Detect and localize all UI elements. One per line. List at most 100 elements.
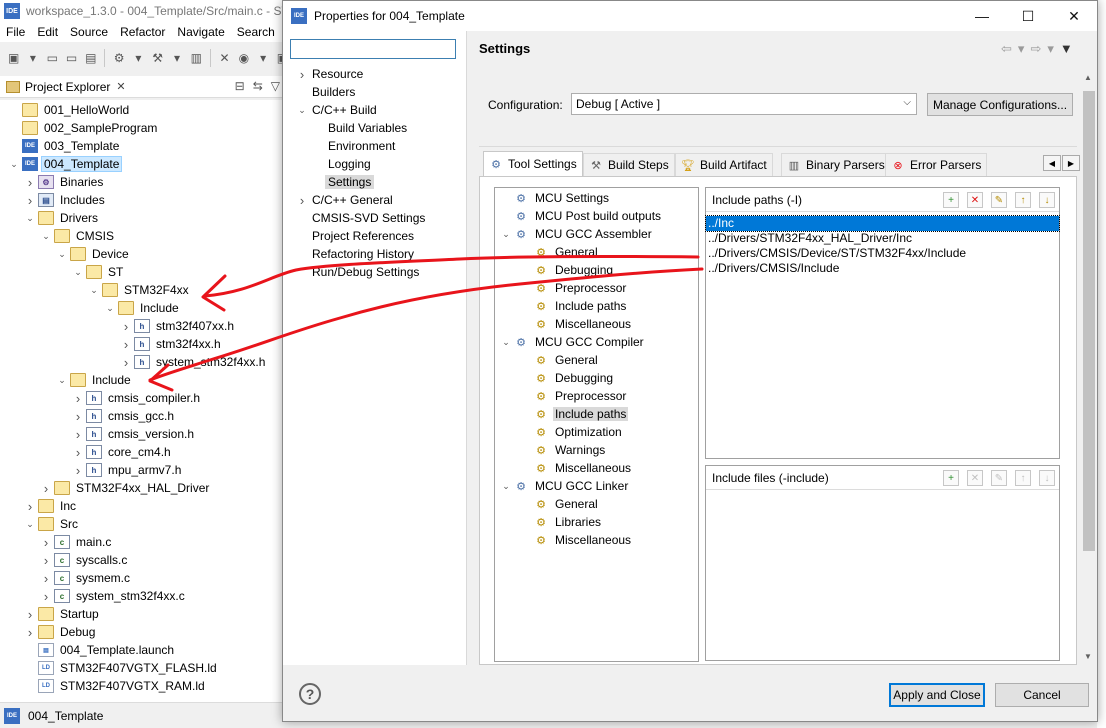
option-item[interactable]: ⚙ General <box>519 243 600 261</box>
tree-item[interactable]: › h cmsis_gcc.h <box>72 407 176 425</box>
tree-item[interactable]: › Debug <box>24 623 97 641</box>
nav-item[interactable]: CMSIS-SVD Settings <box>295 209 428 227</box>
edit-icon[interactable]: ✎ <box>991 192 1007 208</box>
close-icon[interactable]: ✕ <box>1051 1 1097 31</box>
maximize-icon[interactable]: ☐ <box>1005 1 1051 31</box>
chevron-right-icon[interactable]: › <box>120 337 132 352</box>
tree-item[interactable]: ⌄ Src <box>24 515 80 533</box>
tab-scroll-left-icon[interactable]: ◀ <box>1043 155 1061 171</box>
chevron-down-icon[interactable]: ⌄ <box>499 481 513 492</box>
option-item[interactable]: ⚙ Debugging <box>519 369 615 387</box>
filter-input[interactable] <box>290 39 456 59</box>
chevron-right-icon[interactable]: › <box>72 445 84 460</box>
chevron-right-icon[interactable]: › <box>24 625 36 640</box>
chevron-right-icon[interactable]: › <box>295 193 309 208</box>
delete-icon[interactable]: ✕ <box>967 192 983 208</box>
tab-build-steps[interactable]: ⚒ Build Steps <box>583 153 675 176</box>
chevron-down-icon[interactable]: ⌄ <box>499 229 513 240</box>
dropdown-arrow-icon[interactable]: ▾ <box>255 50 270 66</box>
apply-and-close-button[interactable]: Apply and Close <box>889 683 985 707</box>
chevron-right-icon[interactable]: › <box>40 553 52 568</box>
option-item[interactable]: ⚙ MCU Post build outputs <box>499 207 663 225</box>
tree-item[interactable]: › h mpu_armv7.h <box>72 461 183 479</box>
option-item[interactable]: ⚙ Miscellaneous <box>519 459 633 477</box>
option-item[interactable]: ⚙ Preprocessor <box>519 279 628 297</box>
save-icon[interactable]: ▭ <box>45 50 60 66</box>
option-item[interactable]: ⚙ Miscellaneous <box>519 315 633 333</box>
chevron-right-icon[interactable]: › <box>72 391 84 406</box>
view-menu-icon[interactable]: ▽ <box>271 79 280 93</box>
binary-icon[interactable]: ▥ <box>189 50 204 66</box>
tree-item[interactable]: ⌄ IDE 004_Template <box>8 155 123 173</box>
option-item[interactable]: ⚙ Libraries <box>519 513 603 531</box>
tree-item[interactable]: › Inc <box>24 497 78 515</box>
option-item[interactable]: ⌄ ⚙ MCU GCC Linker <box>499 477 630 495</box>
menu-search[interactable]: Search <box>231 25 281 39</box>
add-icon[interactable]: + <box>943 470 959 486</box>
scrollbar-thumb[interactable] <box>1083 91 1095 551</box>
chevron-down-icon[interactable]: ⌄ <box>72 267 84 278</box>
tree-item[interactable]: ⌄ ST <box>72 263 125 281</box>
project-explorer-tab[interactable]: Project Explorer ✕ <box>0 76 126 98</box>
chevron-right-icon[interactable]: › <box>72 463 84 478</box>
tree-item[interactable]: ⌄ Include <box>56 371 133 389</box>
option-item[interactable]: ⌄ ⚙ MCU GCC Assembler <box>499 225 654 243</box>
save-all-icon[interactable]: ▭ <box>64 50 79 66</box>
tree-item[interactable]: › c syscalls.c <box>40 551 129 569</box>
tree-item[interactable]: ⌄ Device <box>56 245 131 263</box>
chevron-right-icon[interactable]: › <box>72 427 84 442</box>
chevron-right-icon[interactable]: › <box>24 499 36 514</box>
scroll-up-arrow-icon[interactable]: ▲ <box>1084 73 1092 82</box>
nav-item[interactable]: › Resource <box>295 65 366 83</box>
tree-item[interactable]: › c main.c <box>40 533 113 551</box>
tree-item[interactable]: ⌄ Drivers <box>24 209 100 227</box>
tab-binary-parsers[interactable]: ▥ Binary Parsers <box>781 153 891 176</box>
settings-gear-icon[interactable]: ⚙ <box>111 50 126 66</box>
chevron-right-icon[interactable]: › <box>40 589 52 604</box>
chevron-down-icon[interactable]: ⌄ <box>40 231 52 242</box>
chevron-down-icon[interactable]: ⌄ <box>24 213 36 224</box>
menu-file[interactable]: File <box>0 25 31 39</box>
back-arrow-icon[interactable]: ⇦ <box>1001 41 1012 57</box>
move-down-icon[interactable]: ↓ <box>1039 192 1055 208</box>
tree-item[interactable]: › ▤ Includes <box>24 191 107 209</box>
tree-item[interactable]: › STM32F4xx_HAL_Driver <box>40 479 211 497</box>
tree-item[interactable]: IDE 003_Template <box>8 137 121 155</box>
tree-item[interactable]: ▤ 004_Template.launch <box>24 641 176 659</box>
nav-item[interactable]: Build Variables <box>311 119 410 137</box>
include-path-item[interactable]: ../Inc <box>705 215 1060 232</box>
include-path-item[interactable]: ../Drivers/STM32F4xx_HAL_Driver/Inc <box>706 231 1059 246</box>
tree-item[interactable]: › h stm32f407xx.h <box>120 317 236 335</box>
scroll-down-arrow-icon[interactable]: ▼ <box>1084 652 1092 661</box>
tab-build-artifact[interactable]: 🏆︎ Build Artifact <box>675 153 773 176</box>
cancel-button[interactable]: Cancel <box>995 683 1089 707</box>
menu-refactor[interactable]: Refactor <box>114 25 171 39</box>
option-item[interactable]: ⚙ Preprocessor <box>519 387 628 405</box>
chevron-right-icon[interactable]: › <box>40 571 52 586</box>
minimize-icon[interactable]: — <box>959 1 1005 31</box>
debug-icon[interactable]: ◉ <box>236 50 251 66</box>
chevron-right-icon[interactable]: › <box>295 67 309 82</box>
chevron-down-icon[interactable]: ⌄ <box>104 303 116 314</box>
tree-item[interactable]: LD STM32F407VGTX_FLASH.ld <box>24 659 219 677</box>
tree-item[interactable]: › Startup <box>24 605 101 623</box>
chevron-down-icon[interactable]: ⌄ <box>56 249 68 260</box>
option-item[interactable]: ⚙ Optimization <box>519 423 624 441</box>
chevron-right-icon[interactable]: › <box>72 409 84 424</box>
option-item[interactable]: ⚙ General <box>519 351 600 369</box>
help-icon[interactable]: ? <box>299 683 321 705</box>
chevron-down-icon[interactable]: ⌄ <box>56 375 68 386</box>
chevron-right-icon[interactable]: › <box>40 535 52 550</box>
tree-item[interactable]: › h cmsis_compiler.h <box>72 389 202 407</box>
tools-icon[interactable]: ✕ <box>217 50 232 66</box>
tab-scroll-right-icon[interactable]: ▶ <box>1062 155 1080 171</box>
tree-item[interactable]: ⌄ CMSIS <box>40 227 116 245</box>
chevron-down-icon[interactable]: ⌄ <box>499 337 513 348</box>
chevron-down-icon[interactable]: ⌄ <box>24 519 36 530</box>
option-item[interactable]: ⚙ General <box>519 495 600 513</box>
tree-item[interactable]: › c sysmem.c <box>40 569 132 587</box>
chevron-right-icon[interactable]: › <box>40 481 52 496</box>
tree-item[interactable]: 002_SampleProgram <box>8 119 159 137</box>
nav-item[interactable]: Settings <box>311 173 375 191</box>
view-menu-icon[interactable]: ▼ <box>1060 41 1073 57</box>
